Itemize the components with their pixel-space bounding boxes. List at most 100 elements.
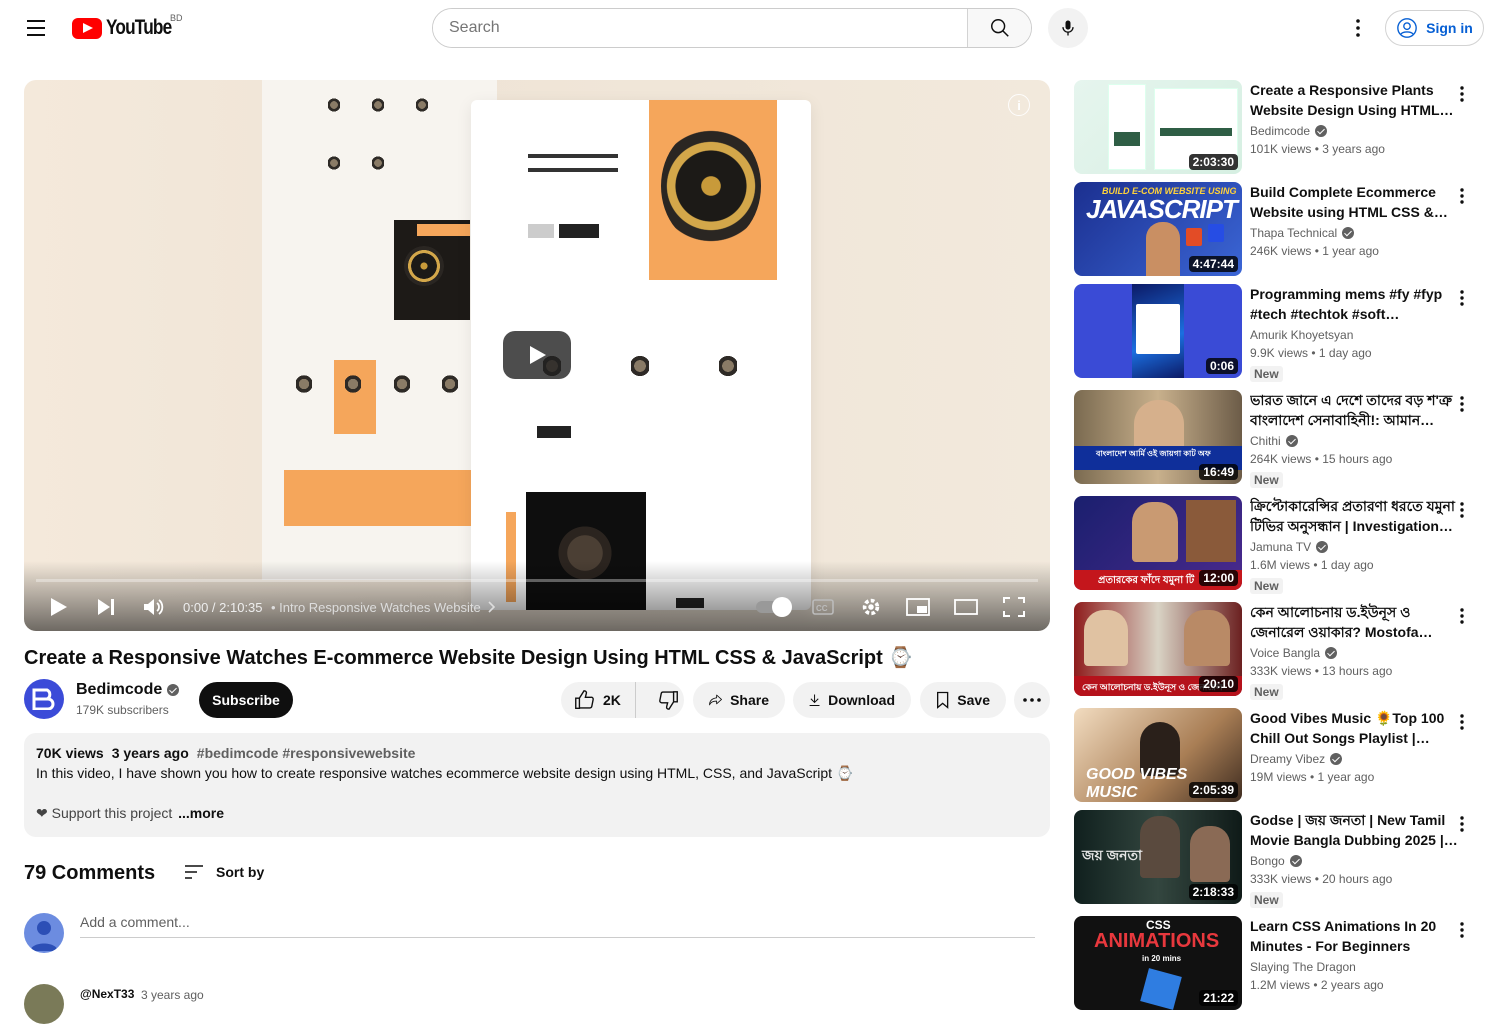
recommended-more-button[interactable] bbox=[1452, 812, 1472, 836]
chapter-button[interactable]: • Intro Responsive Watches Website bbox=[271, 595, 497, 619]
recommended-more-button[interactable] bbox=[1452, 498, 1472, 522]
recommended-video[interactable]: কেন আলোচনায় ড.ইউনূস ও জেনারেল 20:10 কেন… bbox=[1074, 602, 1484, 700]
share-button[interactable]: Share bbox=[693, 682, 785, 718]
settings-more-button[interactable] bbox=[1342, 12, 1374, 44]
subscribe-button[interactable]: Subscribe bbox=[199, 682, 293, 718]
recommended-more-button[interactable] bbox=[1452, 82, 1472, 106]
recommended-more-button[interactable] bbox=[1452, 392, 1472, 416]
add-comment-input[interactable]: Add a comment... bbox=[80, 914, 1035, 938]
recommended-channel[interactable]: Voice Bangla bbox=[1250, 646, 1338, 660]
recommended-video[interactable]: CSS ANIMATIONS in 20 mins 21:22 Learn CS… bbox=[1074, 916, 1484, 1010]
duration-badge: 0:06 bbox=[1205, 358, 1238, 374]
sign-in-button[interactable]: Sign in bbox=[1385, 10, 1484, 46]
user-avatar bbox=[24, 913, 64, 953]
more-vert-icon bbox=[1460, 396, 1464, 412]
comment-author[interactable]: @NexT33 bbox=[80, 987, 134, 1001]
menu-icon[interactable] bbox=[18, 12, 54, 44]
recommended-title[interactable]: Learn CSS Animations In 20 Minutes - For… bbox=[1250, 916, 1460, 956]
video-thumbnail[interactable]: CSS ANIMATIONS in 20 mins 21:22 bbox=[1074, 916, 1242, 1010]
country-code: BD bbox=[170, 13, 183, 23]
youtube-logo[interactable]: YouTube BD bbox=[72, 13, 186, 40]
recommended-channel[interactable]: Slaying The Dragon bbox=[1250, 960, 1356, 974]
subscriber-count: 179K subscribers bbox=[76, 703, 169, 717]
recommended-title[interactable]: ক্রিপ্টোকারেন্সির প্রতারণা ধরতে যমুনা টি… bbox=[1250, 496, 1460, 536]
recommended-stats: 9.9K views • 1 day ago bbox=[1250, 346, 1372, 360]
search-input[interactable] bbox=[433, 9, 967, 47]
large-play-button[interactable] bbox=[503, 331, 571, 379]
captions-button[interactable]: CC bbox=[811, 595, 835, 619]
channel-name[interactable]: Bedimcode bbox=[76, 681, 180, 699]
miniplayer-button[interactable] bbox=[906, 595, 930, 619]
recommended-channel[interactable]: Chithi bbox=[1250, 434, 1298, 448]
video-thumbnail[interactable]: 0:06 bbox=[1074, 284, 1242, 378]
video-thumbnail[interactable]: BUILD E-COM WEBSITE USING JAVASCRIPT 4:4… bbox=[1074, 182, 1242, 276]
view-count: 70K views bbox=[36, 745, 104, 761]
commenter-avatar[interactable] bbox=[24, 984, 64, 1024]
next-button[interactable] bbox=[95, 595, 117, 619]
duration-badge: 16:49 bbox=[1199, 464, 1238, 480]
recommended-more-button[interactable] bbox=[1452, 184, 1472, 208]
recommended-channel-name: Slaying The Dragon bbox=[1250, 960, 1356, 974]
recommended-channel[interactable]: Bedimcode bbox=[1250, 124, 1328, 138]
search-button[interactable] bbox=[967, 9, 1031, 47]
like-button[interactable]: 2K bbox=[561, 682, 636, 718]
svg-text:CC: CC bbox=[816, 604, 828, 613]
recommended-title[interactable]: Godse | জয় জনতা | New Tamil Movie Bangl… bbox=[1250, 810, 1460, 850]
recommended-channel[interactable]: Dreamy Vibez bbox=[1250, 752, 1343, 766]
theater-mode-button[interactable] bbox=[954, 595, 978, 619]
description-line-2: ❤ Support this project bbox=[36, 805, 173, 821]
recommended-title[interactable]: Create a Responsive Plants Website Desig… bbox=[1250, 80, 1460, 120]
recommended-video[interactable]: জয় জনতা 2:18:33 Godse | জয় জনতা | New … bbox=[1074, 810, 1484, 908]
recommended-title[interactable]: Build Complete Ecommerce Website using H… bbox=[1250, 182, 1460, 222]
play-button[interactable] bbox=[48, 595, 70, 619]
description-box[interactable]: 70K views 3 years ago #bedimcode #respon… bbox=[24, 733, 1050, 837]
recommended-video[interactable]: বাংলাদেশ আর্মি ওই জায়গা কাট অফ 16:49 ভা… bbox=[1074, 390, 1484, 488]
recommended-more-button[interactable] bbox=[1452, 918, 1472, 942]
recommended-video[interactable]: 2:03:30 Create a Responsive Plants Websi… bbox=[1074, 80, 1484, 174]
recommended-video[interactable]: 0:06 Programming mems #fy #fyp #tech #te… bbox=[1074, 284, 1484, 382]
voice-search-button[interactable] bbox=[1048, 8, 1088, 48]
video-thumbnail[interactable]: প্রতারকের ফাঁদে যমুনা টি 12:00 bbox=[1074, 496, 1242, 590]
recommended-channel[interactable]: Thapa Technical bbox=[1250, 226, 1355, 240]
chapter-label: • Intro Responsive Watches Website bbox=[271, 599, 481, 615]
recommended-channel[interactable]: Jamuna TV bbox=[1250, 540, 1329, 554]
progress-bar[interactable] bbox=[36, 579, 1038, 582]
recommended-video[interactable]: প্রতারকের ফাঁদে যমুনা টি 12:00 ক্রিপ্টোক… bbox=[1074, 496, 1484, 594]
more-link[interactable]: ...more bbox=[178, 805, 224, 821]
recommended-title[interactable]: ভারত জানে এ দেশে তাদের বড় শ'ত্রু বাংলাদ… bbox=[1250, 390, 1460, 430]
video-thumbnail[interactable]: GOOD VIBES MUSIC 2:05:39 bbox=[1074, 708, 1242, 802]
more-actions-button[interactable] bbox=[1014, 682, 1050, 718]
volume-button[interactable] bbox=[142, 595, 166, 619]
recommended-more-button[interactable] bbox=[1452, 286, 1472, 310]
sign-in-label: Sign in bbox=[1426, 20, 1473, 36]
logo-text: YouTube bbox=[106, 16, 172, 39]
recommended-more-button[interactable] bbox=[1452, 604, 1472, 628]
theater-icon bbox=[954, 599, 978, 615]
channel-avatar[interactable] bbox=[24, 679, 64, 719]
autoplay-toggle[interactable] bbox=[754, 595, 792, 619]
more-vert-icon bbox=[1460, 188, 1464, 204]
video-player[interactable]: i 0:00 / 2:10:35 • Intro Responsive Watc… bbox=[24, 80, 1050, 631]
save-button[interactable]: Save bbox=[920, 682, 1006, 718]
sort-by-button[interactable]: Sort by bbox=[184, 862, 264, 882]
video-thumbnail[interactable]: কেন আলোচনায় ড.ইউনূস ও জেনারেল 20:10 bbox=[1074, 602, 1242, 696]
more-vert-icon bbox=[1460, 608, 1464, 624]
recommended-title[interactable]: কেন আলোচনায় ড.ইউনূস ও জেনারেল ওয়াকার? … bbox=[1250, 602, 1460, 642]
video-thumbnail[interactable]: বাংলাদেশ আর্মি ওই জায়গা কাট অফ 16:49 bbox=[1074, 390, 1242, 484]
recommended-title[interactable]: Good Vibes Music 🌻Top 100 Chill Out Song… bbox=[1250, 708, 1460, 748]
recommended-title[interactable]: Programming mems #fy #fyp #tech #techtok… bbox=[1250, 284, 1460, 324]
fullscreen-button[interactable] bbox=[1002, 595, 1026, 619]
dislike-button[interactable] bbox=[644, 689, 694, 711]
new-badge: New bbox=[1250, 578, 1283, 594]
download-button[interactable]: Download bbox=[793, 682, 911, 718]
video-thumbnail[interactable]: জয় জনতা 2:18:33 bbox=[1074, 810, 1242, 904]
recommended-channel[interactable]: Amurik Khoyetsyan bbox=[1250, 328, 1353, 342]
video-thumbnail[interactable]: 2:03:30 bbox=[1074, 80, 1242, 174]
recommended-video[interactable]: BUILD E-COM WEBSITE USING JAVASCRIPT 4:4… bbox=[1074, 182, 1484, 276]
recommended-channel[interactable]: Bongo bbox=[1250, 854, 1302, 868]
recommended-video[interactable]: GOOD VIBES MUSIC 2:05:39 Good Vibes Musi… bbox=[1074, 708, 1484, 802]
hashtags[interactable]: #bedimcode #responsivewebsite bbox=[197, 745, 416, 761]
settings-button[interactable] bbox=[859, 595, 883, 619]
recommended-more-button[interactable] bbox=[1452, 710, 1472, 734]
info-icon[interactable]: i bbox=[1008, 94, 1030, 116]
